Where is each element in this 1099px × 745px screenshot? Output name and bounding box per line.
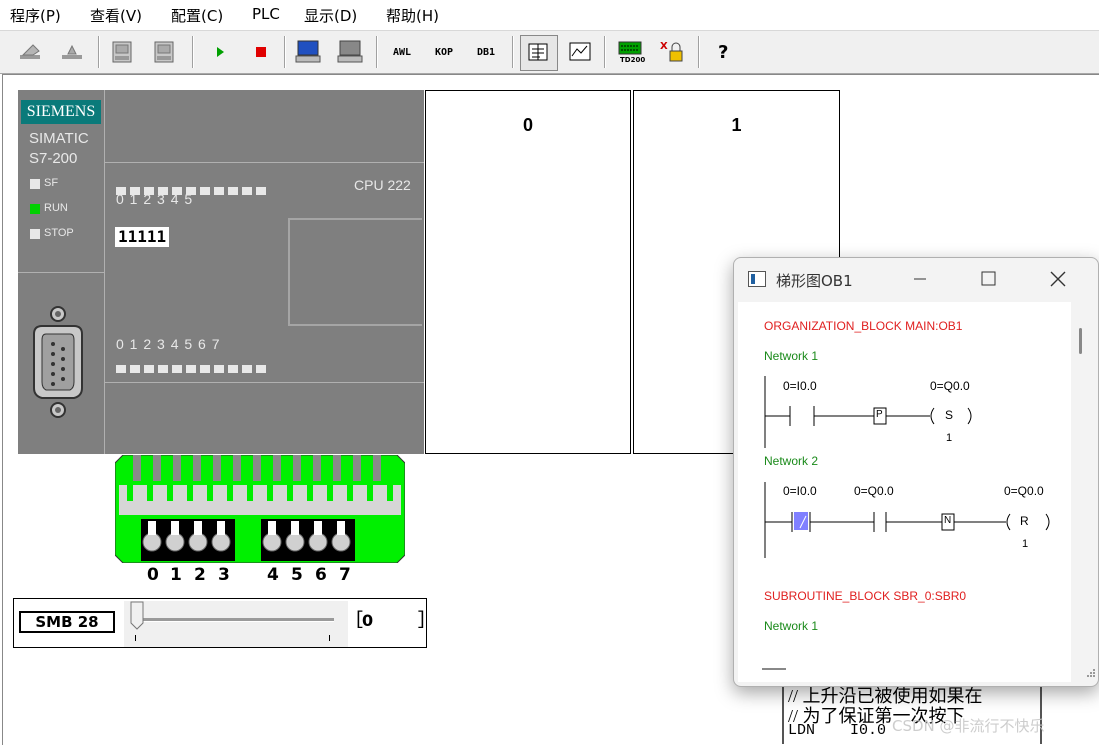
window-title: 梯形图OB1 (776, 272, 853, 290)
switch-group-left (141, 519, 235, 561)
sf-label: SF (44, 177, 59, 189)
minimize-icon[interactable] (910, 271, 930, 287)
run-label: RUN (44, 202, 68, 214)
ladder-window[interactable]: 梯形图OB1 ORGANIZATION_BLOCK MAIN:OB1 Netwo… (733, 257, 1099, 687)
ladder-titlebar[interactable]: 梯形图OB1 (734, 258, 1098, 300)
stop-label: STOP (44, 227, 74, 239)
stop-icon[interactable] (243, 35, 279, 69)
help-icon[interactable]: ? (706, 35, 742, 69)
smb-slider[interactable] (124, 601, 348, 647)
eraser-icon[interactable] (12, 35, 48, 69)
password-lock-icon[interactable]: X (654, 35, 690, 69)
n2-coil: R (1020, 514, 1029, 528)
input-switch-7[interactable]: 7 (339, 565, 351, 585)
cpu-label: CPU 222 (354, 177, 411, 193)
n2-edge: N (944, 515, 952, 526)
editor-line-op: LDN (788, 722, 816, 739)
slider-track (136, 618, 334, 622)
serial-port-icon (33, 306, 83, 418)
menu-display[interactable]: 显示(D) (304, 5, 357, 26)
input-switch-0[interactable]: 0 (147, 565, 159, 585)
slider-thumb[interactable] (130, 601, 144, 630)
output-labels: 0 1 2 3 4 5 6 7 (116, 336, 221, 352)
editor-line-arg: I0.0 (850, 722, 887, 739)
menu-view[interactable]: 查看(V) (90, 5, 142, 26)
input-switch-6[interactable]: 6 (315, 565, 327, 585)
network1-title: Network 1 (764, 349, 819, 363)
trend-icon[interactable] (562, 35, 598, 69)
monitor-off-icon[interactable] (332, 35, 368, 69)
h-scrollbar-thumb[interactable] (762, 668, 786, 670)
plc-cpu: SIEMENS SIMATIC S7-200 SF RUN STOP 0 1 2… (18, 90, 424, 454)
sf-led (30, 179, 40, 189)
module-number: 0 (522, 115, 533, 135)
menu-bar: 程序(P) 查看(V) 配置(C) PLC 显示(D) 帮助(H) (0, 0, 1099, 30)
svg-text:TD200: TD200 (620, 56, 645, 64)
input-switch-4[interactable]: 4 (267, 565, 279, 585)
input-switch-3[interactable]: 3 (218, 565, 230, 585)
smb-value[interactable]: 0 (362, 611, 373, 630)
model-label: S7-200 (29, 150, 78, 167)
resize-grip-icon[interactable] (1086, 668, 1096, 678)
monitor-icon[interactable] (290, 35, 326, 69)
siemens-logo: SIEMENS (21, 100, 101, 124)
menu-help[interactable]: 帮助(H) (386, 5, 439, 26)
save-cpu-icon[interactable] (146, 35, 182, 69)
input-switch-1[interactable]: 1 (170, 565, 182, 585)
menu-plc[interactable]: PLC (252, 5, 280, 23)
input-labels: 0 1 2 3 4 5 (116, 191, 194, 207)
scrollbar-thumb[interactable] (1079, 328, 1082, 354)
output-leds (116, 358, 270, 373)
smb-label: SMB 28 (19, 611, 115, 633)
td200-icon[interactable]: TD200 (612, 35, 648, 69)
n1-coil: S (945, 408, 954, 422)
input-state-display: 11111 (115, 227, 170, 247)
input-leds (116, 180, 270, 195)
sub-network1-title: Network 1 (764, 619, 819, 633)
db1-button[interactable]: DB1 (468, 35, 504, 69)
kop-button[interactable]: KOP (426, 35, 462, 69)
stop-led (30, 229, 40, 239)
network2-rung (764, 482, 1050, 558)
module-number: 1 (731, 115, 742, 135)
eraser-all-icon[interactable] (54, 35, 90, 69)
cartridge-slot (288, 218, 422, 326)
watermark: CSDN @非流行不快乐 (892, 717, 1045, 735)
state-table-icon[interactable] (520, 35, 558, 71)
menu-config[interactable]: 配置(C) (171, 5, 223, 26)
run-led (30, 204, 40, 214)
menu-program[interactable]: 程序(P) (10, 5, 61, 26)
module-slot-0[interactable]: 0 (425, 90, 631, 454)
awl-button[interactable]: AWL (384, 35, 420, 69)
smb-bracket-close: ] (416, 610, 427, 630)
n2-coil-n: 1 (1022, 538, 1029, 550)
load-cpu-icon[interactable] (104, 35, 140, 69)
svg-text:?: ? (718, 42, 728, 63)
sub-block-title: SUBROUTINE_BLOCK SBR_0:SBR0 (764, 589, 967, 603)
toolbar: AWL KOP DB1 TD200 X ? (0, 30, 1099, 74)
window-app-icon (748, 271, 766, 287)
input-switch-block (115, 455, 405, 563)
n1-coil-n: 1 (946, 432, 953, 444)
input-switch-5[interactable]: 5 (291, 565, 303, 585)
close-icon[interactable] (1048, 270, 1068, 288)
org-block-title: ORGANIZATION_BLOCK MAIN:OB1 (764, 319, 963, 333)
n1-edge: P (876, 409, 883, 420)
smb-panel: SMB 28 [ 0 ] (13, 598, 427, 648)
maximize-icon[interactable] (979, 270, 999, 288)
network2-title: Network 2 (764, 454, 819, 468)
run-icon[interactable] (202, 35, 238, 69)
svg-text:X: X (660, 41, 668, 52)
input-switch-2[interactable]: 2 (194, 565, 206, 585)
simatic-label: SIMATIC (29, 130, 89, 147)
switch-group-right (261, 519, 355, 561)
